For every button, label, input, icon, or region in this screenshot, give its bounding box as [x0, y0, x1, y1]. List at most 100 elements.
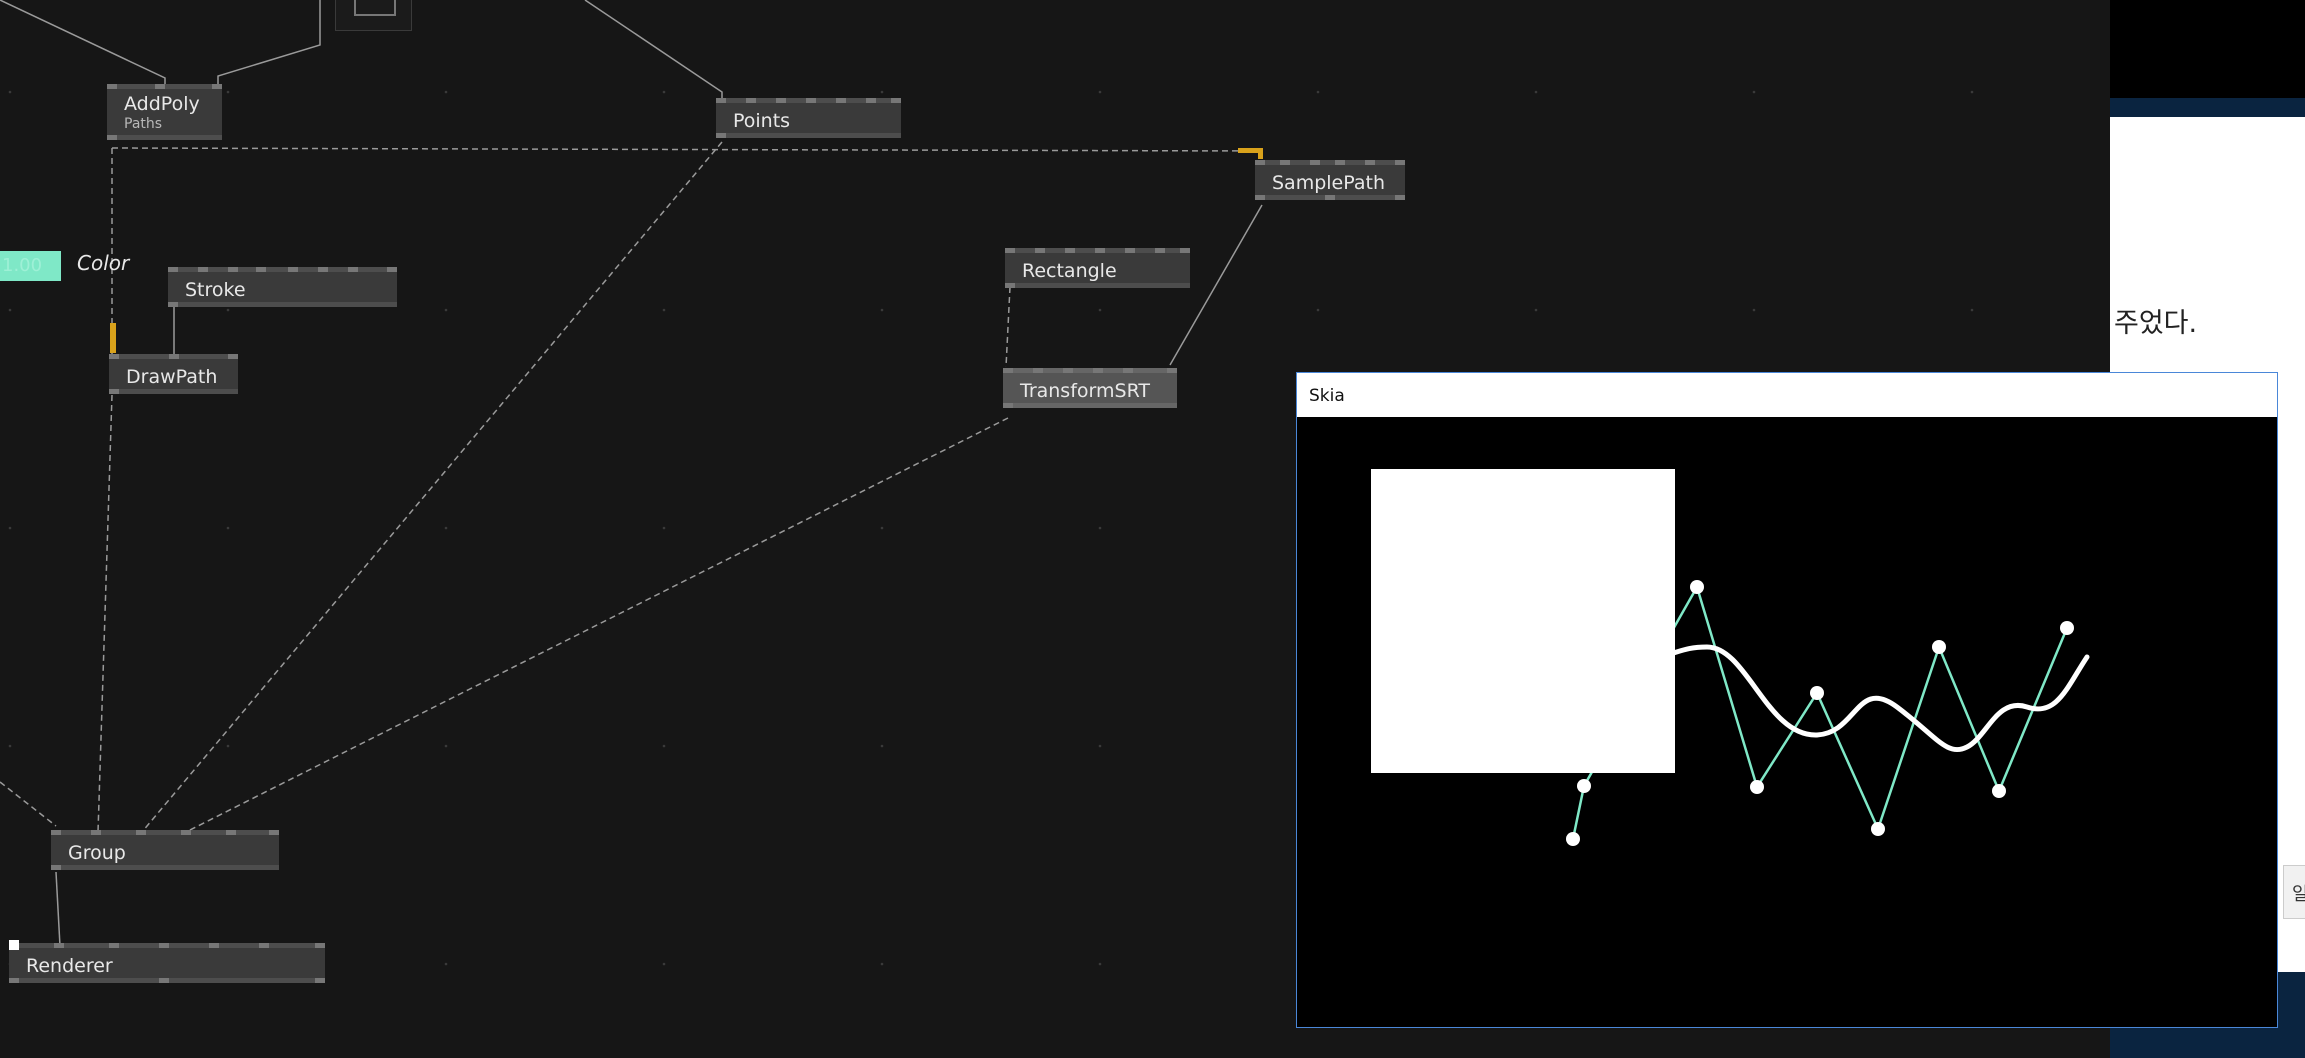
output-pin[interactable] [1395, 195, 1405, 200]
samplepath-active-pin[interactable] [1258, 148, 1263, 159]
addpoly-sublabel: Paths [124, 116, 163, 132]
input-pin[interactable] [181, 830, 191, 835]
input-pin[interactable] [169, 354, 179, 359]
wire-group-renderer [55, 871, 61, 947]
output-pin[interactable] [109, 389, 119, 394]
group-node[interactable]: Group [51, 830, 279, 870]
renderer-pin-marker[interactable] [9, 940, 19, 950]
color-value-iobox[interactable]: 1.00 [0, 251, 61, 281]
input-pin[interactable] [806, 98, 816, 103]
output-pin[interactable] [315, 978, 325, 983]
input-pin[interactable] [51, 830, 61, 835]
input-pin[interactable] [1003, 368, 1013, 373]
input-pin[interactable] [155, 84, 165, 89]
input-pin[interactable] [109, 354, 119, 359]
control-point [1871, 822, 1885, 836]
input-pin[interactable] [836, 98, 846, 103]
top-iobox[interactable] [335, 0, 412, 31]
control-point [1810, 686, 1824, 700]
input-pin[interactable] [1125, 248, 1135, 253]
input-pin[interactable] [54, 943, 64, 948]
input-pin[interactable] [1167, 368, 1177, 373]
wire-drawpath-group [97, 394, 113, 833]
wire-addpoly-samplepath [111, 147, 1263, 152]
renderer-node[interactable]: Renderer [9, 943, 325, 983]
group-label: Group [68, 842, 126, 864]
control-point [1690, 580, 1704, 594]
wire-points-in [584, 0, 723, 100]
input-pin[interactable] [716, 98, 726, 103]
input-pin[interactable] [209, 943, 219, 948]
samplepath-label: SamplePath [1272, 172, 1385, 194]
drawpath-active-pin[interactable] [110, 323, 116, 353]
input-pin[interactable] [1093, 368, 1103, 373]
output-pin[interactable] [168, 302, 178, 307]
input-pin[interactable] [1005, 248, 1015, 253]
output-pin[interactable] [51, 865, 61, 870]
input-pin[interactable] [212, 84, 222, 89]
output-pin[interactable] [1325, 195, 1335, 200]
input-pin[interactable] [256, 267, 266, 272]
input-pin[interactable] [1063, 368, 1073, 373]
input-pin[interactable] [1255, 160, 1265, 165]
input-pin[interactable] [228, 354, 238, 359]
input-pin[interactable] [387, 267, 397, 272]
input-pin[interactable] [891, 98, 901, 103]
input-pin[interactable] [1035, 248, 1045, 253]
transformed-rectangle [1371, 469, 1675, 773]
input-pin[interactable] [318, 267, 328, 272]
input-pin[interactable] [159, 943, 169, 948]
stroke-node[interactable]: Stroke [168, 267, 397, 307]
input-pin[interactable] [1123, 368, 1133, 373]
input-pin[interactable] [259, 943, 269, 948]
input-pin[interactable] [288, 267, 298, 272]
input-pin[interactable] [776, 98, 786, 103]
rectangle-node[interactable]: Rectangle [1005, 248, 1190, 288]
background-document-text: 주었다. [2114, 308, 2198, 339]
output-pin[interactable] [9, 978, 19, 983]
input-pin[interactable] [91, 830, 101, 835]
renderer-label: Renderer [26, 955, 113, 977]
input-pin[interactable] [1065, 248, 1075, 253]
input-pin[interactable] [168, 267, 178, 272]
input-pin[interactable] [136, 830, 146, 835]
input-pin[interactable] [226, 830, 236, 835]
input-pin[interactable] [269, 830, 279, 835]
input-pin[interactable] [1395, 160, 1405, 165]
input-pin[interactable] [1033, 368, 1043, 373]
input-pin[interactable] [1335, 160, 1345, 165]
output-pin[interactable] [107, 135, 117, 140]
input-pin[interactable] [1365, 160, 1375, 165]
input-pin[interactable] [348, 267, 358, 272]
input-pin[interactable] [1180, 248, 1190, 253]
transformsrt-node[interactable]: TransformSRT [1003, 368, 1177, 408]
background-button[interactable]: 일 [2283, 865, 2305, 919]
input-pin[interactable] [1095, 248, 1105, 253]
addpoly-node[interactable]: AddPoly Paths [107, 84, 222, 140]
transformsrt-label: TransformSRT [1020, 380, 1150, 402]
output-pin[interactable] [1005, 283, 1015, 288]
input-pin[interactable] [1155, 248, 1165, 253]
output-pin[interactable] [716, 133, 726, 138]
input-pin[interactable] [198, 267, 208, 272]
control-point [1577, 779, 1591, 793]
output-pin[interactable] [159, 978, 169, 983]
input-pin[interactable] [1280, 160, 1290, 165]
input-pin[interactable] [315, 943, 325, 948]
points-node[interactable]: Points [716, 98, 901, 138]
output-pin[interactable] [1003, 403, 1013, 408]
skia-titlebar[interactable]: Skia [1297, 373, 2277, 417]
input-pin[interactable] [109, 943, 119, 948]
input-pin[interactable] [866, 98, 876, 103]
wire-rect-transform [1005, 286, 1011, 368]
samplepath-node[interactable]: SamplePath [1255, 160, 1405, 200]
points-label: Points [733, 110, 791, 132]
drawpath-node[interactable]: DrawPath [109, 354, 238, 394]
input-pin[interactable] [746, 98, 756, 103]
skia-window[interactable]: Skia [1296, 372, 2278, 1028]
output-pin[interactable] [1255, 195, 1265, 200]
stroke-label: Stroke [185, 279, 246, 301]
input-pin[interactable] [1310, 160, 1320, 165]
input-pin[interactable] [107, 84, 117, 89]
input-pin[interactable] [228, 267, 238, 272]
